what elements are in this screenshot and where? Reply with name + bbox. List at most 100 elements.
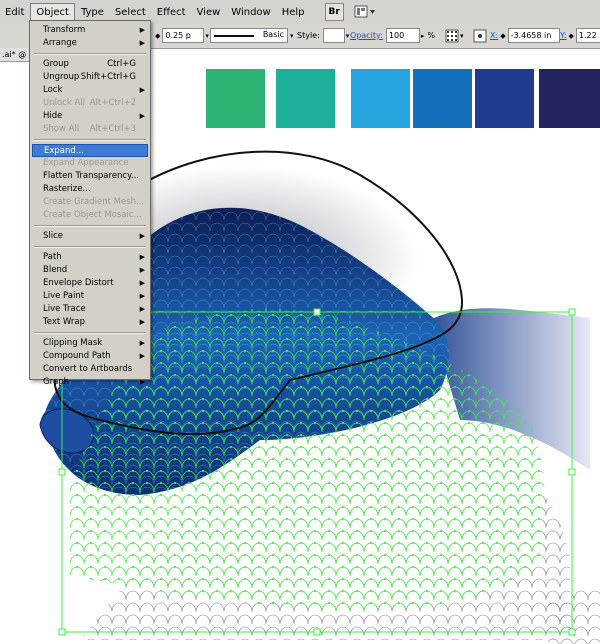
chevron-down-icon[interactable]: ▾ <box>290 32 294 40</box>
transform-reference-icon[interactable] <box>473 28 487 43</box>
y-position-control[interactable]: Y: ◆ 1.22 <box>560 28 600 43</box>
color-swatch[interactable] <box>475 69 534 128</box>
menu-item-graph[interactable]: Graph ▶ <box>32 376 148 389</box>
menu-item-unlock-all[interactable]: Unlock All Alt+Ctrl+2 <box>32 97 148 110</box>
menu-item-label: Rasterize... <box>43 184 91 194</box>
x-position-field[interactable]: -3.4658 in <box>507 28 560 43</box>
menu-item-lock[interactable]: Lock ▶ <box>32 84 148 97</box>
opacity-control[interactable]: Opacity: 100 ▸ % <box>350 28 435 43</box>
menu-item-text-wrap[interactable]: Text Wrap ▶ <box>32 316 148 329</box>
submenu-arrow-icon: ▶ <box>139 279 145 287</box>
menu-view[interactable]: View <box>192 4 226 21</box>
menu-edit[interactable]: Edit <box>0 4 29 21</box>
menu-item-slice[interactable]: Slice ▶ <box>32 230 148 243</box>
menu-type[interactable]: Type <box>76 4 109 21</box>
menu-item-label: Live Trace <box>43 304 86 314</box>
menu-item-label: Lock <box>43 85 63 95</box>
color-swatch[interactable] <box>539 69 600 128</box>
menu-item-label: Text Wrap <box>43 317 86 327</box>
menu-item-convert-to-artboards[interactable]: Convert to Artboards <box>32 363 148 376</box>
color-swatch[interactable] <box>413 69 472 128</box>
menu-item-shortcut: Shift+Ctrl+G <box>80 72 136 82</box>
chevron-down-icon[interactable]: ▾ <box>346 32 350 40</box>
menu-select[interactable]: Select <box>110 4 151 21</box>
menu-item-rasterize[interactable]: Rasterize... <box>32 183 148 196</box>
menu-window[interactable]: Window <box>226 4 275 21</box>
menu-item-create-object-mosaic[interactable]: Create Object Mosaic... <box>32 209 148 222</box>
brush-preview[interactable]: Basic <box>210 28 288 43</box>
submenu-arrow-icon: ▶ <box>139 305 145 313</box>
menu-help[interactable]: Help <box>277 4 310 21</box>
menu-item-expand-appearance[interactable]: Expand Appearance <box>32 157 148 170</box>
style-control[interactable]: Style: ▾ <box>297 28 349 43</box>
menu-item-label: Unlock All <box>43 98 86 108</box>
opacity-label[interactable]: Opacity: <box>350 31 383 40</box>
menu-item-label: Flatten Transparency... <box>43 171 140 181</box>
menu-item-label: Convert to Artboards <box>43 364 133 374</box>
submenu-arrow-icon: ▶ <box>139 266 145 274</box>
menu-item-arrange[interactable]: Arrange ▶ <box>32 37 148 50</box>
color-swatch[interactable] <box>206 69 265 128</box>
menu-item-label: Group <box>43 59 69 69</box>
stroke-weight-control[interactable]: ◆ 0.25 p ▾ <box>155 28 209 43</box>
y-position-field[interactable]: 1.22 <box>575 28 600 43</box>
opacity-field[interactable]: 100 <box>385 28 420 43</box>
bridge-button[interactable]: Br <box>324 3 344 21</box>
color-swatch[interactable] <box>351 69 410 128</box>
menu-item-label: Live Paint <box>43 291 85 301</box>
menu-item-compound-path[interactable]: Compound Path ▶ <box>32 350 148 363</box>
menu-item-label: Show All <box>43 124 80 134</box>
submenu-arrow-icon: ▶ <box>139 318 145 326</box>
brush-style-select[interactable]: Basic ▾ <box>210 28 294 43</box>
arrange-documents-icon[interactable] <box>354 4 376 20</box>
menu-item-label: Expand Appearance <box>43 158 129 168</box>
menu-effect[interactable]: Effect <box>152 4 191 21</box>
submenu-arrow-icon: ▶ <box>139 39 145 47</box>
menu-separator <box>34 246 146 248</box>
menu-item-envelope-distort[interactable]: Envelope Distort ▶ <box>32 277 148 290</box>
submenu-arrow-icon: ▶ <box>139 253 145 261</box>
submenu-arrow-icon: ▶ <box>139 378 145 386</box>
submenu-arrow-icon: ▶ <box>139 352 145 360</box>
color-swatch[interactable] <box>276 69 335 128</box>
x-position-control[interactable]: X: ◆ -3.4658 in <box>490 28 560 43</box>
menu-item-ungroup[interactable]: Ungroup Shift+Ctrl+G <box>32 71 148 84</box>
style-swatch[interactable] <box>322 28 345 43</box>
submenu-arrow-icon: ▶ <box>139 232 145 240</box>
menu-item-label: Create Object Mosaic... <box>43 210 142 220</box>
stepper-icon[interactable]: ◆ <box>155 32 160 40</box>
menu-item-label: Path <box>43 252 62 262</box>
left-strip <box>0 62 30 644</box>
menu-item-blend[interactable]: Blend ▶ <box>32 264 148 277</box>
menu-item-expand[interactable]: Expand... <box>32 144 148 157</box>
menu-separator <box>34 53 146 55</box>
menu-item-label: Expand... <box>44 146 84 156</box>
menu-item-hide[interactable]: Hide ▶ <box>32 110 148 123</box>
menu-item-shortcut: Alt+Ctrl+3 <box>89 124 136 134</box>
menu-item-flatten-transparency[interactable]: Flatten Transparency... <box>32 170 148 183</box>
menu-item-show-all[interactable]: Show All Alt+Ctrl+3 <box>32 123 148 136</box>
submenu-arrow-icon: ▶ <box>139 26 145 34</box>
menu-item-label: Graph <box>43 377 70 387</box>
menu-separator <box>34 332 146 334</box>
menu-item-clipping-mask[interactable]: Clipping Mask ▶ <box>32 337 148 350</box>
menu-item-label: Envelope Distort <box>43 278 114 288</box>
menu-separator <box>34 139 146 141</box>
menu-item-path[interactable]: Path ▶ <box>32 251 148 264</box>
stroke-weight-field[interactable]: 0.25 p <box>162 28 205 43</box>
submenu-arrow-icon: ▶ <box>139 112 145 120</box>
menu-object[interactable]: Object <box>30 2 75 22</box>
reference-point-icon[interactable]: ▾ <box>445 28 464 43</box>
menu-item-transform[interactable]: Transform ▶ <box>32 24 148 37</box>
menu-item-live-trace[interactable]: Live Trace ▶ <box>32 303 148 316</box>
menu-item-label: Blend <box>43 265 68 275</box>
menu-item-label: Transform <box>43 25 86 35</box>
menu-item-label: Slice <box>43 231 64 241</box>
document-tab[interactable]: .ai* @ <box>0 48 30 62</box>
menu-item-create-gradient-mesh[interactable]: Create Gradient Mesh... <box>32 196 148 209</box>
menu-item-group[interactable]: Group Ctrl+G <box>32 58 148 71</box>
submenu-arrow-icon: ▶ <box>139 339 145 347</box>
object-menu-dropdown: Transform ▶ Arrange ▶ Group Ctrl+G Ungroup Shif… <box>29 20 151 387</box>
menu-item-label: Compound Path <box>43 351 111 361</box>
menu-item-live-paint[interactable]: Live Paint ▶ <box>32 290 148 303</box>
